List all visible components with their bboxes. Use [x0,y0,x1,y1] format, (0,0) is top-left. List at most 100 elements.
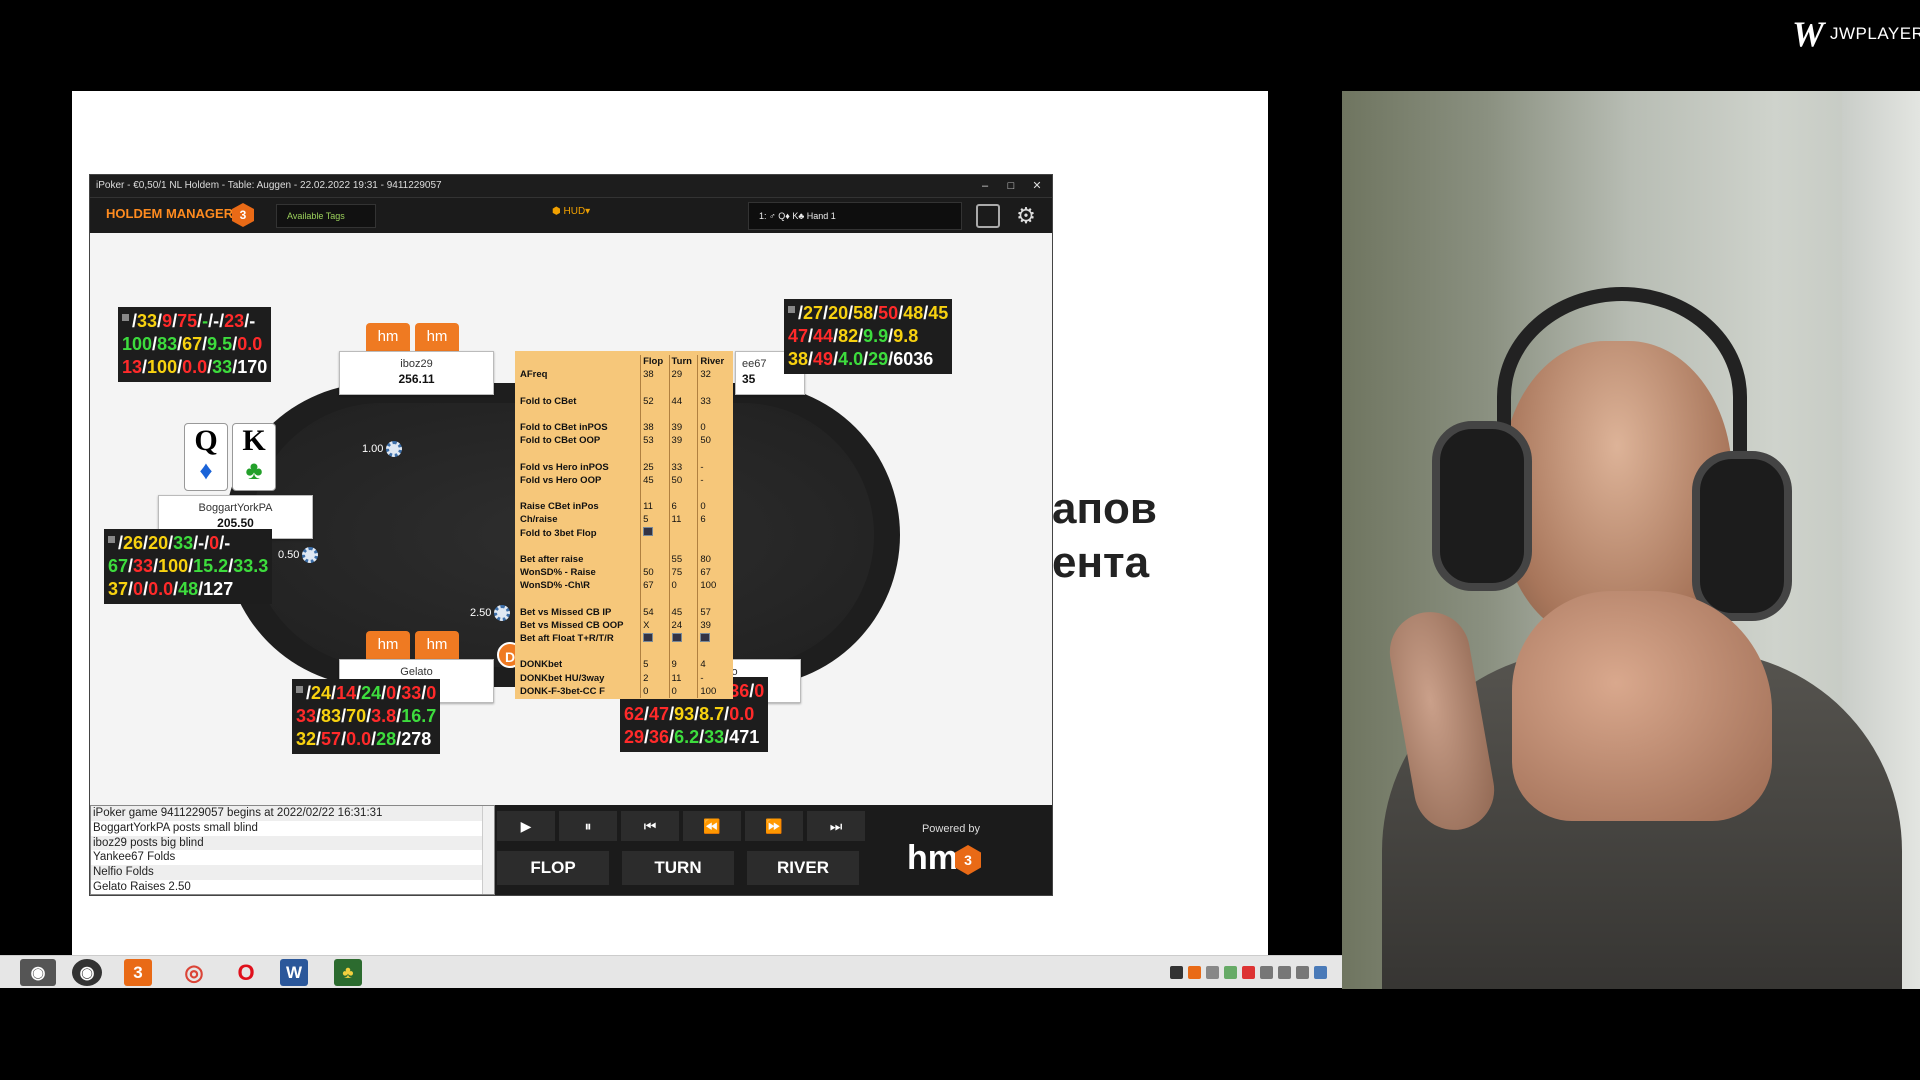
stat-detail-icon[interactable] [700,632,711,642]
hud-stat-value: 48 [903,303,924,323]
hud-menu-icon[interactable] [788,306,795,313]
opera-icon[interactable]: O [228,959,264,986]
stat-value [640,526,670,540]
stat-value [640,631,670,646]
stat-value: 6 [668,500,698,514]
tray-icon[interactable] [1260,966,1273,979]
hud-iboz29[interactable]: /33/9/75/-/-/23/- 100/83/67/9.5/0.0 13/100… [118,307,272,382]
hud-stat-value: 0.0 [346,729,372,749]
powered-by-label: Powered by [921,823,981,835]
chip-icon [494,605,511,621]
hud-stat-line: 37/0/0.0/48/127 [108,578,268,601]
stats-row: Fold to 3bet Flop [518,526,730,540]
hud-stat-line: 100/83/67/9.5/0.0 [122,333,267,356]
tray-icon[interactable] [1224,966,1237,979]
hud-menu-icon[interactable] [108,536,115,543]
log-line[interactable]: iPoker game 9411229057 begins at 2022/02… [91,806,494,821]
obs-icon[interactable]: ◉ [72,959,102,986]
stat-value [668,381,698,395]
hud-menu-icon[interactable] [296,686,303,693]
log-line[interactable]: BoggartYorkPA posts small blind [91,821,494,836]
hud-stat-value: 170 [237,357,268,377]
stat-value: 39 [697,618,730,632]
first-action-button[interactable]: ⏮ [621,811,679,841]
log-line[interactable]: Gelato Raises 2.50 [91,880,494,895]
word-icon[interactable]: W [280,959,308,986]
stats-row: DONKbet 5 9 4 [518,658,730,672]
hand-history-log[interactable]: iPoker game 9411229057 begins at 2022/02… [90,805,495,895]
river-button[interactable]: RIVER [747,851,859,885]
pause-button[interactable]: ⏸ [559,811,617,841]
stat-detail-icon[interactable] [643,632,654,642]
speaker-icon[interactable] [1296,966,1309,979]
hand-selector[interactable]: 1: ♂ Q♦ K♣ Hand 1 [748,202,962,230]
poker-client-icon[interactable]: ♣ [334,959,362,986]
turn-button[interactable]: TURN [622,851,734,885]
play-button[interactable]: ▶ [497,811,555,841]
hm-note-tag[interactable]: hm [415,323,459,351]
hud-gelato[interactable]: /24/14/24/0/33/0 33/83/70/3.8/16.7 32/57/0… [292,679,441,754]
hud-stat-value: 0 [754,681,765,701]
hud-stat-value: 27 [803,303,824,323]
hm-note-tag[interactable]: hm [366,323,410,351]
tray-icon[interactable] [1170,966,1183,979]
stat-detail-icon[interactable] [671,632,682,642]
stat-value: 2 [640,671,670,685]
hud-stat-value: 3.8 [371,706,397,726]
stat-label: Fold vs Hero inPOS [520,461,609,473]
tray-icon[interactable] [1242,966,1255,979]
stat-label: Bet aft Float T+R/T/R [520,633,614,645]
tray-icon[interactable] [1206,966,1219,979]
obs-icon[interactable]: ◉ [20,959,56,986]
gear-icon[interactable]: ⚙ [1014,204,1038,228]
stat-value [697,381,730,395]
stat-value: 45 [640,473,670,487]
log-scrollbar[interactable] [482,806,494,894]
stat-value [640,486,670,501]
chrome-icon[interactable]: ◎ [176,959,212,986]
hud-menu-button[interactable]: ⬢ HUD▾ [552,206,590,217]
stat-value: 0 [640,684,670,698]
hud-stat-line: /27/20/58/50/48/45 [788,302,948,325]
bet-amount: 2.50 [470,606,492,619]
tray-icon[interactable] [1314,966,1327,979]
stat-label [518,447,641,460]
tray-icon[interactable] [1188,966,1201,979]
hud-stat-value: 0.0 [182,357,208,377]
hud-boggartyorkpa[interactable]: /26/20/33/-/0/- 67/33/100/15.2/33.3 37/0/0… [104,529,273,604]
hm-note-tag[interactable]: hm [366,631,410,659]
close-button[interactable]: ✕ [1030,179,1044,193]
last-action-button[interactable]: ⏭ [807,811,865,841]
stat-label [518,645,641,658]
hm3-badge-icon: 3 [232,203,254,227]
hud-yankee67[interactable]: /27/20/58/50/48/45 47/44/82/9.9/9.8 38/49/… [784,299,953,374]
log-line[interactable]: Yankee67 Folds [91,850,494,865]
hm-note-tag[interactable]: hm [415,631,459,659]
stat-value: 80 [697,552,730,566]
holdem-manager-icon[interactable]: 3 [124,959,152,986]
step-back-button[interactable]: ⏪ [683,811,741,841]
club-icon: ♣ [245,456,263,485]
stat-label: WonSD% -Ch\R [520,580,591,592]
taskbar: ◉ ◉ 3 ◎ O W ♣ [0,955,1342,988]
stat-value: 50 [640,566,670,580]
hud-stat-value: 57 [321,729,342,749]
seat-iboz29[interactable]: iboz29 256.11 [339,351,494,395]
player-name: iboz29 [400,358,433,370]
network-icon[interactable] [1278,966,1291,979]
save-icon[interactable] [976,204,1000,228]
hud-menu-icon[interactable] [122,314,129,321]
log-line[interactable]: iboz29 posts big blind [91,835,494,851]
stat-value [668,447,698,461]
hud-stat-value: 33 [212,357,233,377]
stats-row: Fold to CBet inPOS 38 39 0 [518,420,730,435]
step-forward-button[interactable]: ⏩ [745,811,803,841]
postflop-stats-popup: Flop Turn River AFreq 38 29 32 Fold to CBet 52 44… [515,351,733,699]
minimize-button[interactable]: – [978,179,992,193]
log-line[interactable]: Nelfio Folds [91,865,494,880]
stat-detail-icon[interactable] [643,527,654,537]
hud-stat-line: 29/36/6.2/33/471 [624,726,764,749]
maximize-button[interactable]: □ [1004,179,1018,193]
flop-button[interactable]: FLOP [497,851,609,885]
available-tags-dropdown[interactable]: Available Tags [276,204,376,228]
